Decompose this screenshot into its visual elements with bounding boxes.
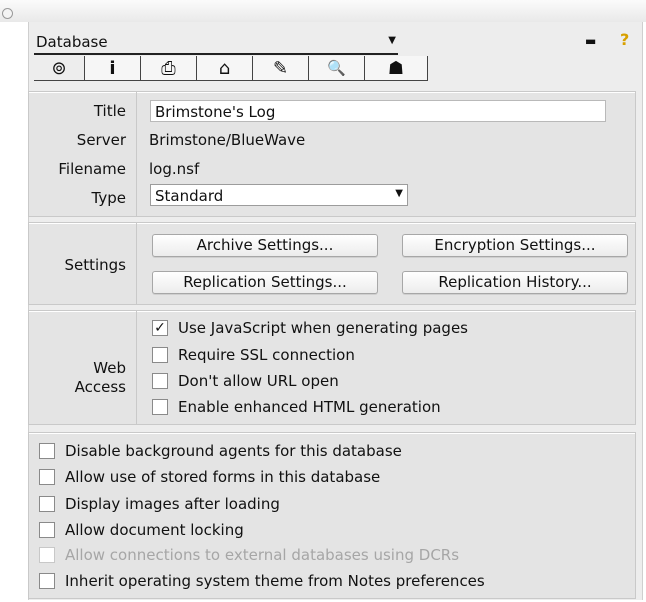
type-select-value: Standard xyxy=(155,187,224,205)
type-select[interactable]: Standard ▼ xyxy=(150,184,408,206)
checkbox-label: Require SSL connection xyxy=(178,346,355,364)
basics-label-column: Title Server Filename Type xyxy=(29,92,137,216)
filename-label: Filename xyxy=(58,160,126,178)
launch-rocket-icon: ✎ xyxy=(272,57,289,79)
checkbox-label: Allow use of stored forms in this databa… xyxy=(65,468,381,486)
tab-advanced[interactable]: ☗ xyxy=(365,56,428,81)
option-allow-document-locking[interactable]: Allow document locking xyxy=(39,521,244,539)
properties-type-dropdown[interactable]: Database ▼ xyxy=(34,33,398,55)
checkbox-label: Allow connections to external databases … xyxy=(65,546,460,564)
window-close-button[interactable] xyxy=(2,8,13,19)
checkbox-label: Disable background agents for this datab… xyxy=(65,442,402,460)
title-input[interactable]: Brimstone's Log xyxy=(150,100,606,122)
checkbox[interactable] xyxy=(152,373,168,389)
web-access-label-column: Web Access xyxy=(29,311,137,424)
window-titlebar xyxy=(0,0,646,22)
checkbox[interactable] xyxy=(39,573,55,589)
checkbox[interactable] xyxy=(39,496,55,512)
option-disable-background-agents[interactable]: Disable background agents for this datab… xyxy=(39,442,402,460)
web-option-enhanced-html[interactable]: Enable enhanced HTML generation xyxy=(152,398,441,416)
checkbox[interactable] xyxy=(39,443,55,459)
info-icon: ⊚ xyxy=(51,57,67,79)
checkbox[interactable] xyxy=(39,469,55,485)
web-option-require-ssl[interactable]: Require SSL connection xyxy=(152,346,355,364)
option-display-images-after-loading[interactable]: Display images after loading xyxy=(39,495,280,513)
option-allow-stored-forms[interactable]: Allow use of stored forms in this databa… xyxy=(39,468,380,486)
dropdown-label: Database xyxy=(36,33,108,51)
tab-info[interactable]: i xyxy=(85,56,141,81)
tab-design[interactable]: ⌂ xyxy=(197,56,253,81)
web-option-javascript[interactable]: ✓ Use JavaScript when generating pages xyxy=(152,319,468,337)
web-option-disallow-url-open[interactable]: Don't allow URL open xyxy=(152,372,339,390)
settings-label: Settings xyxy=(64,256,126,274)
option-allow-external-dcr-connections: Allow connections to external databases … xyxy=(39,546,459,564)
information-i-icon: i xyxy=(109,57,116,79)
web-access-label-line1: Web xyxy=(93,359,126,377)
settings-label-column: Settings xyxy=(29,223,137,304)
type-label: Type xyxy=(91,189,126,207)
checkbox-label: Use JavaScript when generating pages xyxy=(178,319,468,337)
checkbox[interactable] xyxy=(152,399,168,415)
checkbox-label: Don't allow URL open xyxy=(178,372,339,390)
option-inherit-os-theme[interactable]: Inherit operating system theme from Note… xyxy=(39,572,485,590)
database-options-section: Disable background agents for this datab… xyxy=(28,432,636,599)
search-magnifier-icon: 🔍 xyxy=(327,59,346,77)
checkbox xyxy=(39,547,55,563)
encryption-settings-button[interactable]: Encryption Settings... xyxy=(402,234,628,257)
checkbox-label: Enable enhanced HTML generation xyxy=(178,398,441,416)
chevron-down-icon: ▼ xyxy=(388,35,396,46)
checkbox-label: Display images after loading xyxy=(65,495,280,513)
server-value: Brimstone/BlueWave xyxy=(149,131,306,149)
tab-print[interactable]: ⎙ xyxy=(141,56,197,81)
checkbox[interactable]: ✓ xyxy=(152,320,168,336)
tab-launch[interactable]: ✎ xyxy=(253,56,309,81)
replication-settings-button[interactable]: Replication Settings... xyxy=(152,271,378,294)
filename-value: log.nsf xyxy=(149,160,200,178)
checkbox-label: Allow document locking xyxy=(65,521,244,539)
tab-basics[interactable]: ⊚ xyxy=(34,56,85,81)
checkbox-label: Inherit operating system theme from Note… xyxy=(65,572,485,590)
chevron-down-icon: ▼ xyxy=(395,188,403,199)
archive-settings-button[interactable]: Archive Settings... xyxy=(152,234,378,257)
advanced-hat-icon: ☗ xyxy=(387,57,405,79)
key-icon[interactable]: ▬ xyxy=(585,34,596,48)
printer-icon: ⎙ xyxy=(161,57,176,79)
tab-full-text[interactable]: 🔍 xyxy=(309,56,365,81)
web-access-section: Web Access ✓ Use JavaScript when generat… xyxy=(28,310,636,425)
checkbox[interactable] xyxy=(39,522,55,538)
design-icon: ⌂ xyxy=(218,57,231,79)
title-label: Title xyxy=(93,102,126,120)
properties-tabs: ⊚ i ⎙ ⌂ ✎ 🔍 ☗ xyxy=(34,56,428,82)
server-label: Server xyxy=(76,131,126,149)
replication-history-button[interactable]: Replication History... xyxy=(402,271,628,294)
settings-section: Settings Archive Settings... Encryption … xyxy=(28,222,636,305)
web-access-label-line2: Access xyxy=(74,378,126,396)
help-icon[interactable]: ? xyxy=(620,30,629,49)
basics-section: Title Server Filename Type Brimstone's L… xyxy=(28,91,636,217)
checkbox[interactable] xyxy=(152,347,168,363)
